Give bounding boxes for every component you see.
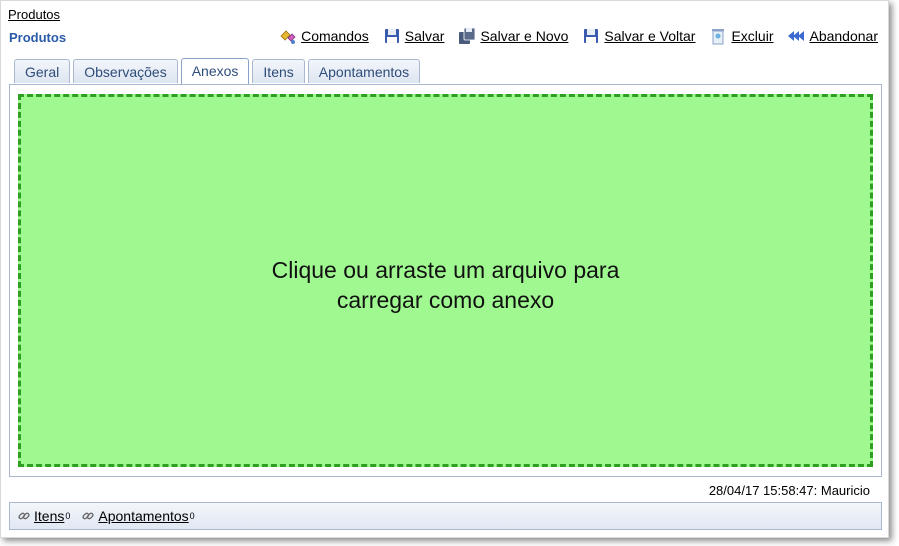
salvar-novo-label: Salvar e Novo bbox=[480, 28, 569, 44]
apontamentos-link[interactable]: Apontamentos 0 bbox=[80, 508, 195, 524]
link-icon bbox=[82, 512, 94, 520]
salvar-label: Salvar bbox=[404, 28, 445, 44]
page-title: Produtos bbox=[9, 30, 67, 45]
tab-observacoes[interactable]: Observações bbox=[73, 59, 178, 83]
breadcrumb[interactable]: Produtos bbox=[8, 7, 60, 22]
salvar-voltar-button[interactable]: Salvar e Voltar bbox=[582, 27, 695, 45]
rewind-icon bbox=[788, 31, 805, 41]
save-icon bbox=[384, 29, 399, 43]
tab-itens[interactable]: Itens bbox=[252, 59, 305, 83]
commands-icon bbox=[280, 30, 296, 44]
abandonar-label: Abandonar bbox=[809, 28, 878, 44]
itens-link-label: Itens bbox=[34, 508, 65, 524]
tab-anexos[interactable]: Anexos bbox=[180, 58, 250, 84]
dropzone-line-1: Clique ou arraste um arquivo para bbox=[271, 256, 620, 283]
save-back-icon bbox=[584, 29, 599, 43]
itens-count: 0 bbox=[65, 511, 71, 521]
itens-link[interactable]: Itens 0 bbox=[16, 508, 70, 524]
save-new-icon bbox=[459, 27, 476, 44]
toolbar: Comandos Salvar Salvar e Novo Salvar e V… bbox=[265, 27, 878, 45]
comandos-label: Comandos bbox=[301, 28, 369, 44]
delete-icon bbox=[712, 29, 725, 45]
excluir-button[interactable]: Excluir bbox=[709, 27, 773, 45]
dropzone-text: Clique ou arraste um arquivo para carreg… bbox=[272, 255, 620, 315]
apontamentos-link-label: Apontamentos bbox=[98, 508, 189, 524]
tab-apontamentos[interactable]: Apontamentos bbox=[307, 59, 421, 83]
last-modified-info: 28/04/17 15:58:47: Mauricio bbox=[708, 483, 870, 498]
comandos-button[interactable]: Comandos bbox=[279, 27, 369, 45]
tab-geral[interactable]: Geral bbox=[14, 59, 71, 83]
abandonar-button[interactable]: Abandonar bbox=[787, 27, 878, 45]
salvar-button[interactable]: Salvar bbox=[383, 27, 445, 45]
salvar-novo-button[interactable]: Salvar e Novo bbox=[458, 27, 568, 45]
tab-panel-anexos: Clique ou arraste um arquivo para carreg… bbox=[9, 84, 882, 477]
link-icon bbox=[18, 512, 30, 520]
file-dropzone[interactable]: Clique ou arraste um arquivo para carreg… bbox=[18, 94, 873, 467]
apontamentos-count: 0 bbox=[189, 511, 195, 521]
window-frame: Produtos Produtos Comandos Salvar Salvar… bbox=[0, 0, 889, 538]
salvar-voltar-label: Salvar e Voltar bbox=[604, 28, 696, 44]
related-links-bar: Itens 0 Apontamentos 0 bbox=[9, 502, 882, 530]
tab-bar: Geral Observações Anexos Itens Apontamen… bbox=[14, 58, 423, 84]
dropzone-line-2: carregar como anexo bbox=[336, 286, 555, 313]
excluir-label: Excluir bbox=[731, 28, 774, 44]
